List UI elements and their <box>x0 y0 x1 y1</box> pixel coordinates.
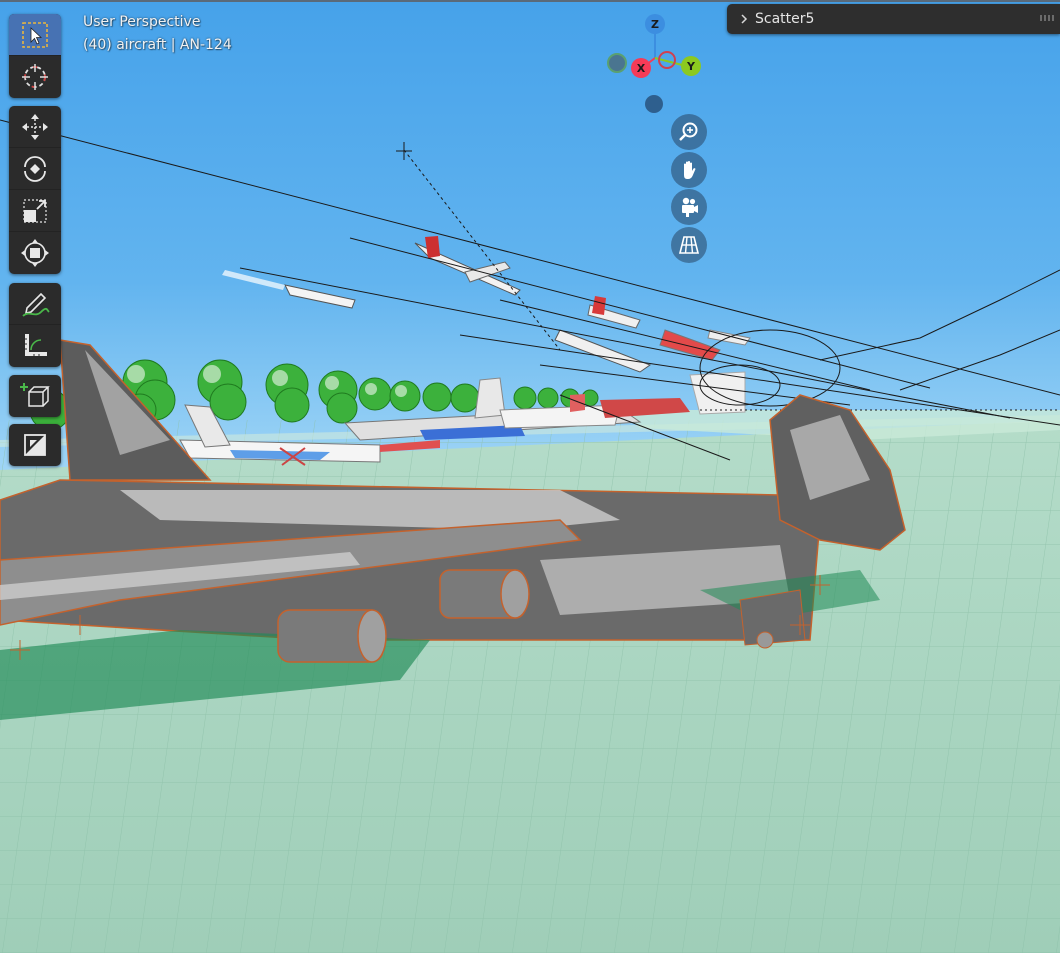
gizmo-neg-z-axis[interactable] <box>645 95 663 113</box>
gizmo-neg-x-axis[interactable] <box>658 51 676 69</box>
zoom-magnifier-icon <box>679 122 698 141</box>
grid-perspective-icon <box>678 236 700 254</box>
toolbar-transform-group <box>9 106 61 274</box>
toolbar-annotate-group <box>9 283 61 367</box>
scale-tool[interactable] <box>9 190 61 232</box>
chevron-right-icon <box>741 14 748 24</box>
object-info: (40) aircraft | AN-124 <box>83 37 232 53</box>
3d-viewport[interactable]: User Perspective (40) aircraft | AN-124 … <box>0 0 1060 953</box>
scene-render <box>0 0 1060 953</box>
pan-hand-icon <box>684 161 696 179</box>
measure-ruler-icon <box>25 334 47 356</box>
zoom-button[interactable] <box>671 114 707 150</box>
rotate-tool[interactable] <box>9 148 61 190</box>
gizmo-x-label: X <box>636 61 646 75</box>
gizmo-z-label: Z <box>651 17 659 31</box>
gizmo-z-axis[interactable]: Z <box>645 14 665 34</box>
scale-icon <box>23 198 47 223</box>
ortho-toggle-button[interactable] <box>671 227 707 263</box>
move-tool[interactable] <box>9 106 61 148</box>
annotate-tool[interactable] <box>9 283 61 325</box>
pan-button[interactable] <box>671 152 707 188</box>
gizmo-neg-y-axis[interactable] <box>607 53 627 73</box>
transform-tool[interactable] <box>9 232 61 274</box>
camera-view-button[interactable] <box>671 189 707 225</box>
cursor-icon <box>22 64 48 90</box>
scatter5-panel-header[interactable]: Scatter5 <box>727 4 1060 34</box>
move-icon <box>22 113 48 140</box>
view-name: User Perspective <box>83 14 201 30</box>
shading-icon <box>24 434 46 456</box>
measure-tool[interactable] <box>9 325 61 367</box>
cursor-tool[interactable] <box>9 56 61 98</box>
toolbar-shading-group <box>9 424 61 466</box>
gizmo-x-axis[interactable]: X <box>631 58 651 78</box>
select-box-tool[interactable] <box>9 14 61 56</box>
camera-icon <box>682 197 698 217</box>
panel-drag-grip-icon[interactable] <box>1040 15 1054 21</box>
shading-tool[interactable] <box>9 424 61 466</box>
gizmo-y-axis[interactable]: Y <box>681 56 701 76</box>
header-divider <box>0 0 1060 2</box>
gizmo-y-label: Y <box>687 59 695 73</box>
panel-title: Scatter5 <box>755 11 815 27</box>
toolbar-add-group <box>9 375 61 417</box>
toolbar-select-group <box>9 14 61 98</box>
add-cube-icon <box>20 383 50 407</box>
add-cube-tool[interactable] <box>9 375 61 417</box>
annotate-pencil-icon <box>22 292 50 317</box>
rotate-icon <box>24 155 46 182</box>
navigation-gizmo[interactable]: Z X Y <box>600 10 710 120</box>
select-box-icon <box>22 21 48 48</box>
transform-icon <box>21 239 49 267</box>
